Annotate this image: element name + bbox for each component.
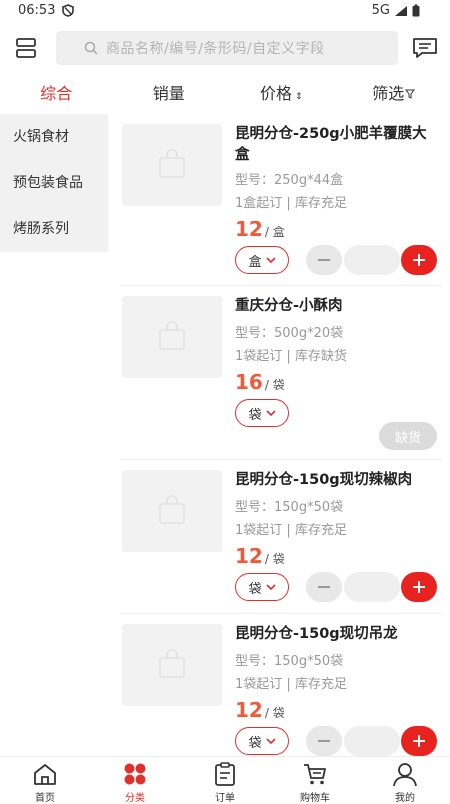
status-time: 06:53 bbox=[18, 3, 55, 18]
product-title[interactable]: 重庆分仓-小酥肉 bbox=[235, 296, 435, 317]
increase-quantity-button[interactable] bbox=[401, 726, 437, 756]
product-card[interactable]: 昆明分仓-150g现切辣椒肉 型号：150g*50袋 1袋起订 | 库存充足 1… bbox=[120, 460, 442, 614]
tab-home[interactable]: 首页 bbox=[0, 757, 90, 800]
order-icon bbox=[212, 762, 238, 786]
shield-icon bbox=[62, 4, 74, 17]
product-stock-line: 1袋起订 | 库存充足 bbox=[235, 673, 347, 692]
product-price: 12/ 袋 bbox=[235, 698, 285, 722]
search-placeholder: 商品名称/编号/条形码/自定义字段 bbox=[106, 38, 325, 58]
filter-icon bbox=[405, 89, 415, 99]
top-bar: 商品名称/编号/条形码/自定义字段 bbox=[0, 28, 450, 68]
status-bar: 06:53 5G bbox=[0, 0, 450, 22]
decrease-quantity-button[interactable] bbox=[306, 572, 342, 602]
product-stock-line: 1袋起订 | 库存缺货 bbox=[235, 345, 347, 364]
product-price: 12/ 盒 bbox=[235, 217, 285, 241]
plus-icon bbox=[413, 254, 425, 266]
placeholder-bag-icon bbox=[158, 321, 186, 351]
chevron-down-icon bbox=[266, 410, 276, 416]
tab-category[interactable]: 分类 bbox=[90, 757, 180, 800]
tab-profile[interactable]: 我的 bbox=[360, 757, 450, 800]
product-price: 12/ 袋 bbox=[235, 544, 285, 568]
product-card[interactable]: 昆明分仓-250g小肥羊覆膜大盒 型号：250g*44盒 1盒起订 | 库存充足… bbox=[120, 114, 442, 286]
chevron-down-icon bbox=[266, 584, 276, 590]
home-icon bbox=[32, 762, 58, 786]
message-icon[interactable] bbox=[412, 36, 438, 60]
battery-icon bbox=[412, 4, 420, 17]
product-image bbox=[122, 470, 222, 552]
product-card[interactable]: 重庆分仓-小酥肉 型号：500g*20袋 1袋起订 | 库存缺货 16/ 袋 袋… bbox=[120, 286, 442, 460]
product-image bbox=[122, 124, 222, 206]
product-card[interactable]: 昆明分仓-150g现切吊龙 型号：150g*50袋 1袋起订 | 库存充足 12… bbox=[120, 614, 442, 756]
tab-cart[interactable]: 购物车 bbox=[270, 757, 360, 800]
product-title[interactable]: 昆明分仓-150g现切辣椒肉 bbox=[235, 470, 435, 491]
placeholder-bag-icon bbox=[158, 649, 186, 679]
placeholder-bag-icon bbox=[158, 495, 186, 525]
unit-select[interactable]: 袋 bbox=[235, 573, 289, 601]
chevron-down-icon bbox=[266, 738, 276, 744]
unit-select[interactable]: 袋 bbox=[235, 727, 289, 755]
increase-quantity-button[interactable] bbox=[401, 572, 437, 602]
product-spec: 型号：150g*50袋 bbox=[235, 496, 343, 515]
quantity-input[interactable] bbox=[344, 726, 400, 756]
product-spec: 型号：250g*44盒 bbox=[235, 169, 343, 188]
network-label: 5G bbox=[372, 3, 390, 18]
product-price: 16/ 袋 bbox=[235, 370, 285, 394]
signal-icon bbox=[394, 5, 408, 17]
tab-orders[interactable]: 订单 bbox=[180, 757, 270, 800]
product-stock-line: 1袋起订 | 库存充足 bbox=[235, 519, 347, 538]
category-icon bbox=[122, 762, 148, 786]
product-list: 昆明分仓-250g小肥羊覆膜大盒 型号：250g*44盒 1盒起订 | 库存充足… bbox=[108, 114, 450, 756]
search-icon bbox=[84, 41, 98, 55]
sort-tab-sales[interactable]: 销量 bbox=[113, 75, 226, 113]
user-icon bbox=[392, 762, 418, 786]
decrease-quantity-button[interactable] bbox=[306, 245, 342, 275]
category-sidebar: 火锅食材 预包装食品 烤肠系列 bbox=[0, 114, 108, 252]
product-image bbox=[122, 296, 222, 378]
product-title[interactable]: 昆明分仓-150g现切吊龙 bbox=[235, 624, 435, 645]
quantity-input[interactable] bbox=[344, 245, 400, 275]
plus-icon bbox=[413, 735, 425, 747]
scan-icon[interactable] bbox=[14, 36, 38, 60]
minus-icon bbox=[318, 740, 330, 742]
product-spec: 型号：150g*50袋 bbox=[235, 650, 343, 669]
unit-select[interactable]: 袋 bbox=[235, 399, 289, 427]
product-title[interactable]: 昆明分仓-250g小肥羊覆膜大盒 bbox=[235, 124, 435, 166]
sidebar-item-sausage[interactable]: 烤肠系列 bbox=[0, 206, 108, 252]
sidebar-item-hotpot[interactable]: 火锅食材 bbox=[0, 114, 108, 160]
placeholder-bag-icon bbox=[158, 149, 186, 179]
sort-bar: 综合 销量 价格⇕ 筛选 bbox=[0, 75, 450, 113]
cart-icon bbox=[302, 762, 328, 786]
quantity-input[interactable] bbox=[344, 572, 400, 602]
unit-select[interactable]: 盒 bbox=[235, 246, 289, 274]
minus-icon bbox=[318, 259, 330, 261]
sort-tab-price[interactable]: 价格⇕ bbox=[225, 75, 338, 113]
out-of-stock-button[interactable]: 缺货 bbox=[379, 422, 437, 450]
sidebar-item-packaged[interactable]: 预包装食品 bbox=[0, 160, 108, 206]
plus-icon bbox=[413, 581, 425, 593]
chevron-down-icon bbox=[266, 257, 276, 263]
search-input[interactable]: 商品名称/编号/条形码/自定义字段 bbox=[56, 31, 398, 65]
increase-quantity-button[interactable] bbox=[401, 245, 437, 275]
product-stock-line: 1盒起订 | 库存充足 bbox=[235, 192, 347, 211]
sort-arrows-icon: ⇕ bbox=[295, 92, 303, 102]
product-spec: 型号：500g*20袋 bbox=[235, 322, 343, 341]
minus-icon bbox=[318, 586, 330, 588]
product-image bbox=[122, 624, 222, 706]
sort-tab-comprehensive[interactable]: 综合 bbox=[0, 75, 113, 113]
bottom-tab-bar: 首页 分类 订单 购物车 我的 bbox=[0, 756, 450, 800]
sort-tab-filter[interactable]: 筛选 bbox=[338, 75, 450, 113]
decrease-quantity-button[interactable] bbox=[306, 726, 342, 756]
